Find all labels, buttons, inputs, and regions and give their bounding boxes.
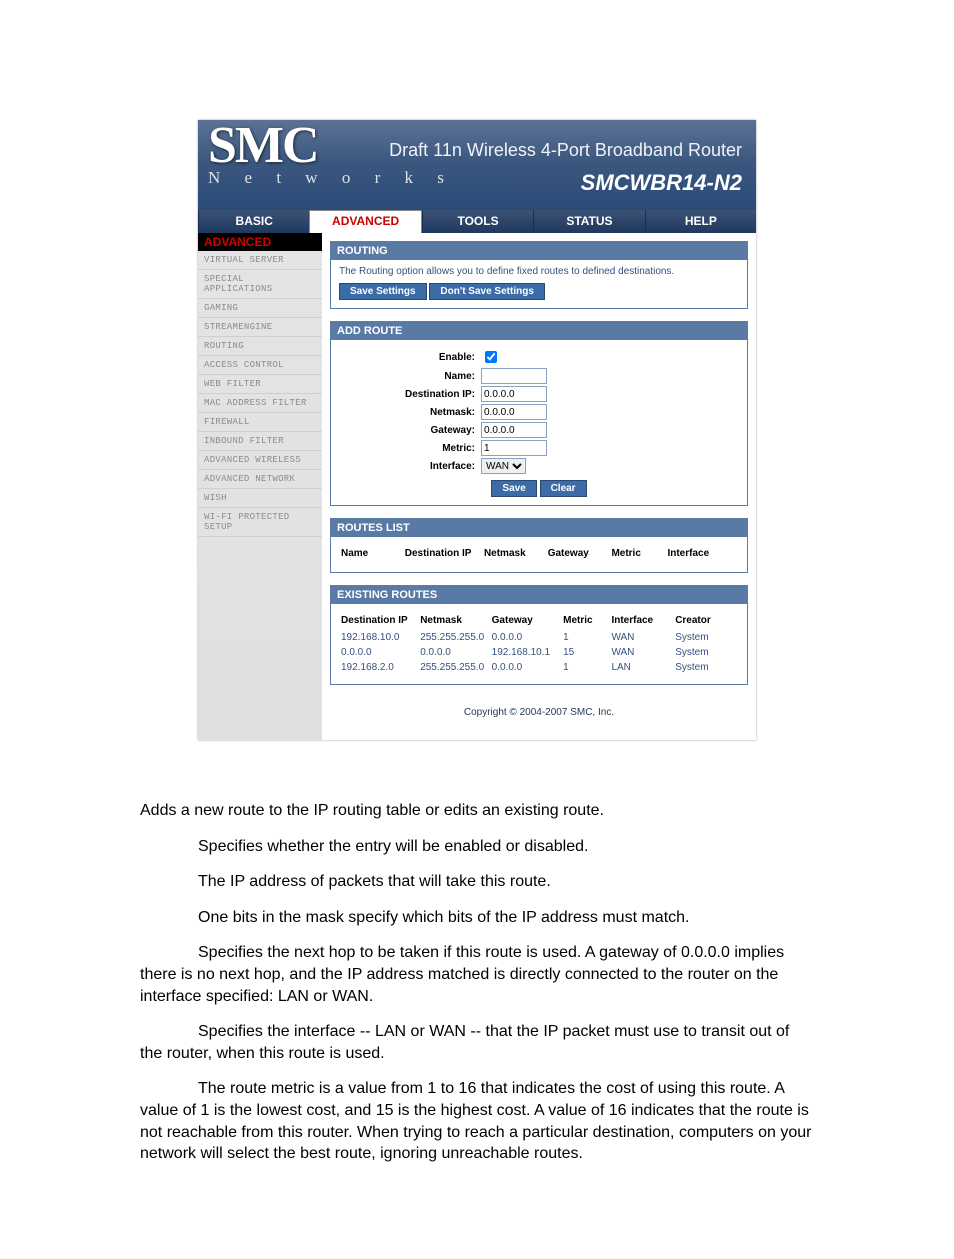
col-netmask: Netmask (484, 545, 546, 562)
ecol-netmask: Netmask (420, 612, 489, 629)
name-input[interactable] (481, 368, 547, 384)
label-metric: Metric: (339, 443, 481, 454)
copyright: Copyright © 2004-2007 SMC, Inc. (330, 697, 748, 730)
label-name: Name: (339, 371, 481, 382)
destip-input[interactable] (481, 386, 547, 402)
tab-status[interactable]: STATUS (533, 210, 644, 233)
doc-para-netmask: One bits in the mask specify which bits … (140, 907, 814, 929)
clear-route-button[interactable]: Clear (540, 480, 587, 497)
ecol-creator: Creator (675, 612, 737, 629)
save-settings-button[interactable]: Save Settings (339, 283, 427, 300)
col-gateway: Gateway (548, 545, 610, 562)
col-metric: Metric (611, 545, 665, 562)
netmask-input[interactable] (481, 404, 547, 420)
label-interface: Interface: (339, 461, 481, 472)
label-netmask: Netmask: (339, 407, 481, 418)
interface-select[interactable]: WAN (481, 458, 526, 474)
label-destip: Destination IP: (339, 389, 481, 400)
doc-para-destip: The IP address of packets that will take… (140, 871, 814, 893)
existing-routes-panel: EXISTING ROUTES Destination IP Netmask G… (330, 585, 748, 685)
doc-para-metric: The route metric is a value from 1 to 16… (140, 1078, 814, 1164)
table-row: 192.168.2.0 255.255.255.0 0.0.0.0 1 LAN … (341, 661, 737, 674)
routing-panel-title: ROUTING (331, 242, 747, 260)
label-gateway: Gateway: (339, 425, 481, 436)
add-route-title: ADD ROUTE (331, 322, 747, 340)
ecol-iface: Interface (611, 612, 673, 629)
sidebar-item-routing[interactable]: ROUTING (198, 337, 322, 356)
doc-para-add: Adds a new route to the IP routing table… (140, 800, 814, 822)
top-nav: BASIC ADVANCED TOOLS STATUS HELP (198, 210, 756, 233)
routing-panel: ROUTING The Routing option allows you to… (330, 241, 748, 309)
sidebar-heading: ADVANCED (198, 233, 322, 251)
tab-tools[interactable]: TOOLS (422, 210, 533, 233)
ecol-destip: Destination IP (341, 612, 418, 629)
router-admin-screenshot: SMC N e t w o r k s Draft 11n Wireless 4… (198, 120, 756, 740)
doc-para-gateway: Specifies the next hop to be taken if th… (140, 942, 814, 1007)
existing-routes-title: EXISTING ROUTES (331, 586, 747, 604)
col-name: Name (341, 545, 403, 562)
ecol-gateway: Gateway (492, 612, 561, 629)
table-row: 192.168.10.0 255.255.255.0 0.0.0.0 1 WAN… (341, 631, 737, 644)
sidebar-item-adv-wireless[interactable]: ADVANCED WIRELESS (198, 451, 322, 470)
table-row: 0.0.0.0 0.0.0.0 192.168.10.1 15 WAN Syst… (341, 646, 737, 659)
sidebar-item-virtual-server[interactable]: VIRTUAL SERVER (198, 251, 322, 270)
sidebar-item-gaming[interactable]: GAMING (198, 299, 322, 318)
doc-para-interface: Specifies the interface -- LAN or WAN --… (140, 1021, 814, 1064)
label-enable: Enable: (339, 352, 481, 363)
routes-list-panel: ROUTES LIST Name Destination IP Netmask … (330, 518, 748, 573)
documentation-text: Adds a new route to the IP routing table… (0, 800, 954, 1259)
sidebar-item-wps[interactable]: WI-FI PROTECTED SETUP (198, 508, 322, 537)
banner-title: Draft 11n Wireless 4-Port Broadband Rout… (389, 140, 742, 161)
ecol-metric: Metric (563, 612, 609, 629)
header-banner: SMC N e t w o r k s Draft 11n Wireless 4… (198, 120, 756, 210)
enable-checkbox[interactable] (485, 351, 497, 363)
metric-input[interactable] (481, 440, 547, 456)
sidebar: ADVANCED VIRTUAL SERVER SPECIAL APPLICAT… (198, 233, 322, 740)
banner-model: SMCWBR14-N2 (581, 170, 742, 196)
sidebar-item-adv-network[interactable]: ADVANCED NETWORK (198, 470, 322, 489)
routes-list-title: ROUTES LIST (331, 519, 747, 537)
sidebar-item-mac-filter[interactable]: MAC ADDRESS FILTER (198, 394, 322, 413)
add-route-panel: ADD ROUTE Enable: Name: Destination IP: (330, 321, 748, 506)
gateway-input[interactable] (481, 422, 547, 438)
routing-description: The Routing option allows you to define … (339, 266, 739, 277)
sidebar-item-access-control[interactable]: ACCESS CONTROL (198, 356, 322, 375)
sidebar-item-inbound-filter[interactable]: INBOUND FILTER (198, 432, 322, 451)
sidebar-item-special-apps[interactable]: SPECIAL APPLICATIONS (198, 270, 322, 299)
main-content: ROUTING The Routing option allows you to… (322, 233, 756, 740)
col-interface: Interface (667, 545, 737, 562)
col-destip: Destination IP (405, 545, 482, 562)
tab-basic[interactable]: BASIC (198, 210, 309, 233)
tab-help[interactable]: HELP (645, 210, 756, 233)
logo-subtitle: N e t w o r k s (208, 168, 454, 188)
dont-save-settings-button[interactable]: Don't Save Settings (429, 283, 545, 300)
sidebar-item-wish[interactable]: WISH (198, 489, 322, 508)
doc-para-enable: Specifies whether the entry will be enab… (140, 836, 814, 858)
sidebar-item-web-filter[interactable]: WEB FILTER (198, 375, 322, 394)
sidebar-item-streamengine[interactable]: STREAMENGINE (198, 318, 322, 337)
tab-advanced[interactable]: ADVANCED (309, 210, 421, 233)
save-route-button[interactable]: Save (491, 480, 536, 497)
sidebar-item-firewall[interactable]: FIREWALL (198, 413, 322, 432)
